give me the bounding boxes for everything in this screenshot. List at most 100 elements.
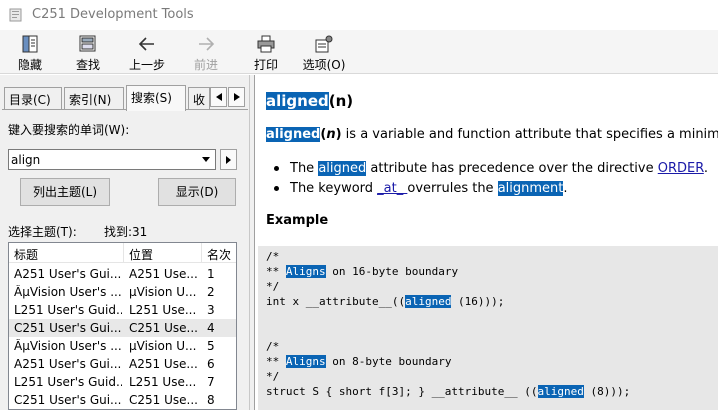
bullet-text: The — [290, 161, 319, 176]
arrow-right-icon — [226, 156, 231, 164]
row-rank: 2 — [207, 285, 215, 299]
back-button[interactable]: 上一步 — [122, 32, 172, 72]
back-label: 上一步 — [128, 58, 165, 72]
options-button[interactable]: 选项(O) — [300, 32, 348, 72]
code-line: struct S { short f[3]; } __attribute__ (… — [266, 385, 631, 398]
options-icon — [315, 35, 333, 53]
table-row[interactable]: ÂµVision User's ... µVision U... 5 — [9, 337, 236, 355]
row-title: A251 User's Gui... — [14, 267, 122, 281]
row-title: A251 User's Gui... — [14, 357, 122, 371]
row-title: L251 User's Guid... — [14, 303, 122, 317]
table-row[interactable]: L251 User's Guid... L251 Use... 3 — [9, 301, 236, 319]
printer-icon — [257, 35, 275, 53]
order-link[interactable]: ORDER — [658, 161, 704, 176]
tab-favorites[interactable]: 收 — [188, 87, 210, 109]
row-title: C251 User's Gui... — [14, 393, 122, 407]
code-line: /* — [266, 340, 280, 353]
at-keyword-link[interactable]: _at_ — [377, 181, 407, 196]
table-row[interactable]: A251 User's Gui... A251 Use... 6 — [9, 355, 236, 373]
back-arrow-icon — [138, 37, 154, 51]
highlighted-term: aligned — [318, 161, 367, 176]
code-example: /* ** Aligns on 16-byte boundary */ int … — [258, 246, 718, 410]
tab-search[interactable]: 搜索(S) — [126, 85, 186, 111]
bullet-text: attribute has precedence over the direct… — [366, 161, 658, 176]
highlighted-term: Aligns — [285, 265, 326, 278]
tab-scroll-left[interactable] — [210, 87, 227, 107]
code-line: ** Aligns on 8-byte boundary — [266, 355, 452, 368]
row-location: A251 Use... — [129, 357, 198, 371]
search-go-button[interactable] — [220, 149, 237, 170]
highlighted-term: aligned — [537, 385, 584, 398]
bullet-dot — [274, 186, 279, 191]
topic-content: aligned(n) aligned(n) is a variable and … — [256, 75, 718, 410]
forward-label: 前进 — [193, 58, 218, 72]
column-header-location[interactable]: 位置 — [129, 246, 153, 263]
highlighted-term: Aligns — [285, 355, 326, 368]
help-book-icon — [9, 8, 22, 22]
print-button[interactable]: 打印 — [246, 32, 286, 72]
title-bar: C251 Development Tools — [0, 0, 718, 30]
code-line: */ — [266, 370, 280, 383]
results-list[interactable]: 标题 位置 名次 A251 User's Gui... A251 Use... 1 Â… — [8, 242, 237, 410]
row-rank: 3 — [207, 303, 215, 317]
column-header-title[interactable]: 标题 — [14, 246, 38, 263]
bullet-text: overrules the — [407, 181, 498, 196]
row-rank: 5 — [207, 339, 215, 353]
intro-paragraph: aligned(n) is a variable and function at… — [266, 127, 718, 142]
bullet-text: . — [563, 181, 568, 196]
row-location: A251 Use... — [129, 267, 198, 281]
code-line: */ — [266, 280, 280, 293]
tab-contents[interactable]: 目录(C) — [4, 87, 62, 109]
row-title: ÂµVision User's ... — [14, 285, 122, 299]
list-topics-button[interactable]: 列出主题(L) — [20, 178, 110, 206]
row-location: µVision U... — [129, 339, 197, 353]
find-button[interactable]: 查找 — [68, 32, 108, 72]
table-row[interactable]: C251 User's Gui... C251 Use... 8 — [9, 391, 236, 409]
highlighted-term: alignment — [497, 181, 564, 196]
found-count: 找到:31 — [104, 225, 148, 239]
hide-button[interactable]: 隐藏 — [10, 32, 50, 72]
topic-title-keyword: aligned — [266, 92, 329, 110]
intro-text: is a variable and function attribute tha… — [341, 127, 718, 142]
chevron-down-icon — [201, 157, 210, 162]
row-location: L251 Use... — [129, 375, 197, 389]
example-heading: Example — [266, 213, 329, 228]
bullet-text: The keyword — [290, 181, 378, 196]
bullet-item: The aligned attribute has precedence ove… — [274, 161, 708, 176]
row-title: ÂµVision User's ... — [14, 339, 122, 353]
options-label: 选项(O) — [302, 58, 346, 72]
arrow-left-icon — [215, 93, 222, 101]
topic-title-arg: (n) — [328, 92, 354, 110]
code-line: ** Aligns on 16-byte boundary — [266, 265, 459, 278]
pane-splitter[interactable] — [250, 75, 255, 410]
row-location: L251 Use... — [129, 303, 197, 317]
table-row[interactable]: A251 User's Gui... A251 Use... 1 — [9, 265, 236, 283]
search-input[interactable] — [11, 151, 195, 168]
bullet-dot — [274, 166, 279, 171]
table-row[interactable]: C251 User's Gui... C251 Use... 4 — [9, 319, 236, 337]
row-title: C251 User's Gui... — [14, 321, 122, 335]
column-separator[interactable] — [201, 243, 202, 263]
code-line: /* — [266, 250, 280, 263]
table-row[interactable]: L251 User's Guid... L251 Use... 7 — [9, 373, 236, 391]
forward-arrow-icon — [199, 37, 215, 51]
toolbar: 隐藏 查找 上一步 前进 打印 选项(O) — [0, 30, 718, 74]
row-location: C251 Use... — [129, 321, 198, 335]
column-separator[interactable] — [123, 243, 124, 263]
column-header-rank[interactable]: 名次 — [207, 246, 231, 263]
highlighted-term: aligned — [405, 295, 452, 308]
topic-title: aligned(n) — [266, 92, 353, 110]
forward-button[interactable]: 前进 — [186, 32, 226, 72]
search-combobox[interactable] — [8, 149, 216, 170]
window-title: C251 Development Tools — [32, 7, 194, 22]
display-button[interactable]: 显示(D) — [158, 178, 236, 206]
print-label: 打印 — [253, 58, 278, 72]
row-rank: 4 — [207, 321, 215, 335]
keyword-label: 键入要搜索的单词(W): — [8, 123, 130, 137]
tab-index[interactable]: 索引(N) — [64, 87, 124, 109]
table-row[interactable]: ÂµVision User's ... µVision U... 2 — [9, 283, 236, 301]
code-line: int x __attribute__((aligned (16))); — [266, 295, 505, 308]
search-dropdown-button[interactable] — [197, 151, 214, 168]
tab-scroll-right[interactable] — [228, 87, 245, 107]
intro-keyword: aligned — [266, 127, 321, 142]
